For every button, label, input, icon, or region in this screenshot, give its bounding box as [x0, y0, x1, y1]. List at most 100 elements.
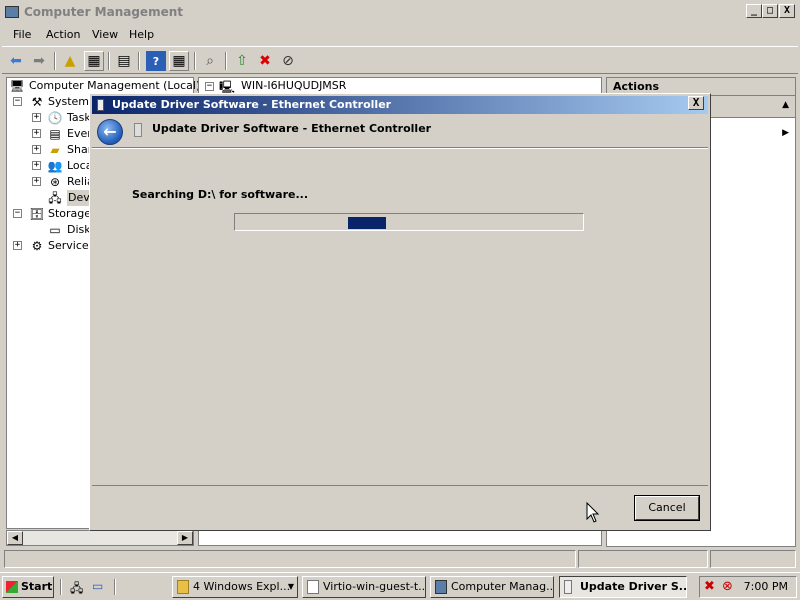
search-status-text: Searching D:\ for software... — [132, 188, 309, 201]
folder-icon — [177, 580, 189, 594]
tree-item-label: Storage — [48, 207, 92, 220]
dialog-header: Update Driver Software - Ethernet Contro… — [152, 122, 432, 135]
status-cell — [4, 550, 576, 568]
driver-icon — [564, 580, 572, 594]
expander[interactable]: + — [32, 145, 41, 154]
computer-management-icon — [435, 580, 447, 594]
taskbar-separator — [114, 579, 116, 595]
dialog-title-bar: Update Driver Software - Ethernet Contro… — [92, 96, 708, 114]
volume-muted-icon[interactable]: ⊗ — [722, 579, 733, 594]
back-arrow-icon[interactable]: ⬅ — [6, 51, 26, 71]
status-cell — [710, 550, 796, 568]
toolbar-separator — [225, 52, 227, 70]
device-manager-icon: 🖧 — [48, 191, 62, 205]
minimize-button[interactable]: _ — [746, 4, 762, 18]
driver-icon — [134, 123, 142, 137]
notification-area: ✖ ⊗ 7:00 PM — [699, 576, 797, 598]
collapse-arrow-icon[interactable]: ▲ — [782, 100, 789, 110]
taskbar-button-virtio[interactable]: Virtio-win-guest-t... — [302, 576, 426, 598]
divider — [92, 147, 708, 149]
reliability-icon: ⊛ — [49, 175, 61, 189]
cancel-button[interactable]: Cancel — [634, 495, 700, 521]
expander[interactable]: + — [32, 177, 41, 186]
taskbar-button-label: 4 Windows Expl... — [193, 580, 291, 593]
start-label: Start — [21, 580, 53, 593]
show-action-pane-icon[interactable]: ▦ — [169, 51, 189, 71]
toolbar-separator — [108, 52, 110, 70]
event-viewer-icon: ▤ — [49, 127, 61, 141]
taskbar: Start 🖧 ▭ 4 Windows Expl... ▼ Virtio-win… — [0, 572, 800, 600]
more-actions-arrow-icon[interactable]: ▶ — [782, 128, 789, 138]
start-button[interactable]: Start — [2, 576, 54, 598]
driver-icon — [97, 99, 104, 111]
progress-marquee — [348, 217, 386, 229]
clock[interactable]: 7:00 PM — [744, 580, 788, 593]
chevron-down-icon: ▼ — [287, 582, 294, 591]
menu-bar: File Action View Help — [2, 24, 798, 46]
expander[interactable]: − — [205, 82, 214, 91]
menu-help[interactable]: Help — [129, 28, 154, 41]
dialog-title: Update Driver Software - Ethernet Contro… — [112, 98, 392, 111]
toolbar-separator — [138, 52, 140, 70]
scan-hardware-icon[interactable]: ⌕ — [200, 51, 220, 71]
toolbar-separator — [54, 52, 56, 70]
show-desktop-icon[interactable]: ▭ — [92, 579, 108, 595]
tools-icon: ⚒ — [31, 95, 43, 109]
menu-action[interactable]: Action — [46, 28, 80, 41]
back-arrow-icon[interactable]: ← — [97, 119, 123, 145]
uninstall-icon[interactable]: ✖ — [255, 51, 275, 71]
taskbar-separator — [60, 579, 62, 595]
expander[interactable]: + — [32, 113, 41, 122]
services-icon: ⚙ — [31, 239, 43, 253]
device-tree-computer-name[interactable]: WIN-I6HUQUDJMSR — [241, 79, 346, 92]
network-disconnected-icon[interactable]: ✖ — [704, 579, 715, 594]
show-hide-tree-icon[interactable]: ▦ — [84, 51, 104, 71]
taskbar-button-label: Update Driver S... — [580, 580, 687, 593]
menu-view[interactable]: View — [92, 28, 118, 41]
properties-icon[interactable]: ▤ — [114, 51, 134, 71]
tree-root-label: Computer Management (Local) — [29, 79, 201, 92]
computer-icon: 🖳 — [219, 80, 236, 94]
forward-arrow-icon[interactable]: ➡ — [29, 51, 49, 71]
update-driver-icon[interactable]: ⇧ — [232, 51, 252, 71]
storage-icon: 🗄 — [29, 207, 45, 221]
expander[interactable]: − — [13, 209, 22, 218]
help-icon[interactable]: ? — [146, 51, 166, 71]
close-button[interactable]: X — [779, 4, 795, 18]
disk-icon: ▭ — [49, 223, 61, 237]
main-title: Computer Management — [24, 5, 183, 19]
taskbar-button-label: Virtio-win-guest-t... — [323, 580, 426, 593]
up-folder-icon[interactable]: ▲ — [60, 51, 80, 71]
taskbar-button-label: Computer Manag... — [451, 580, 554, 593]
status-cell — [578, 550, 708, 568]
users-icon: 👥 — [47, 159, 63, 173]
main-title-bar: Computer Management — [2, 2, 798, 23]
server-manager-icon[interactable]: 🖧 — [70, 579, 86, 595]
taskbar-button-windows-explorer[interactable]: 4 Windows Expl... ▼ — [172, 576, 298, 598]
windows-logo-icon — [6, 581, 18, 593]
expander[interactable]: + — [32, 161, 41, 170]
mouse-cursor-icon — [586, 502, 600, 523]
disable-device-icon[interactable]: ⊘ — [278, 51, 298, 71]
maximize-button[interactable]: □ — [762, 4, 778, 18]
scroll-right-icon[interactable]: ▶ — [177, 531, 193, 545]
scroll-left-icon[interactable]: ◀ — [7, 531, 23, 545]
menu-file[interactable]: File — [13, 28, 31, 41]
document-icon — [307, 580, 319, 594]
tree-item-label: Services — [48, 239, 95, 252]
tree-horizontal-scrollbar[interactable]: ◀ ▶ — [6, 530, 194, 546]
dialog-close-button[interactable]: X — [688, 96, 704, 110]
toolbar: ⬅ ➡ ▲ ▦ ▤ ? ▦ ⌕ ⇧ ✖ ⊘ — [2, 46, 798, 74]
center-bottom-bar — [198, 530, 602, 546]
tree-item-label: Task — [67, 111, 91, 124]
expander[interactable]: + — [32, 129, 41, 138]
dialog-body: ← Update Driver Software - Ethernet Cont… — [92, 116, 708, 486]
status-bar — [2, 549, 798, 569]
expander[interactable]: − — [13, 97, 22, 106]
expander[interactable]: + — [13, 241, 22, 250]
tree-item-label: Disk — [67, 223, 91, 236]
taskbar-button-computer-management[interactable]: Computer Manag... — [430, 576, 554, 598]
computer-management-icon: 🖥 — [9, 79, 25, 93]
taskbar-button-update-driver[interactable]: Update Driver S... — [559, 576, 687, 598]
computer-management-icon — [5, 6, 19, 18]
